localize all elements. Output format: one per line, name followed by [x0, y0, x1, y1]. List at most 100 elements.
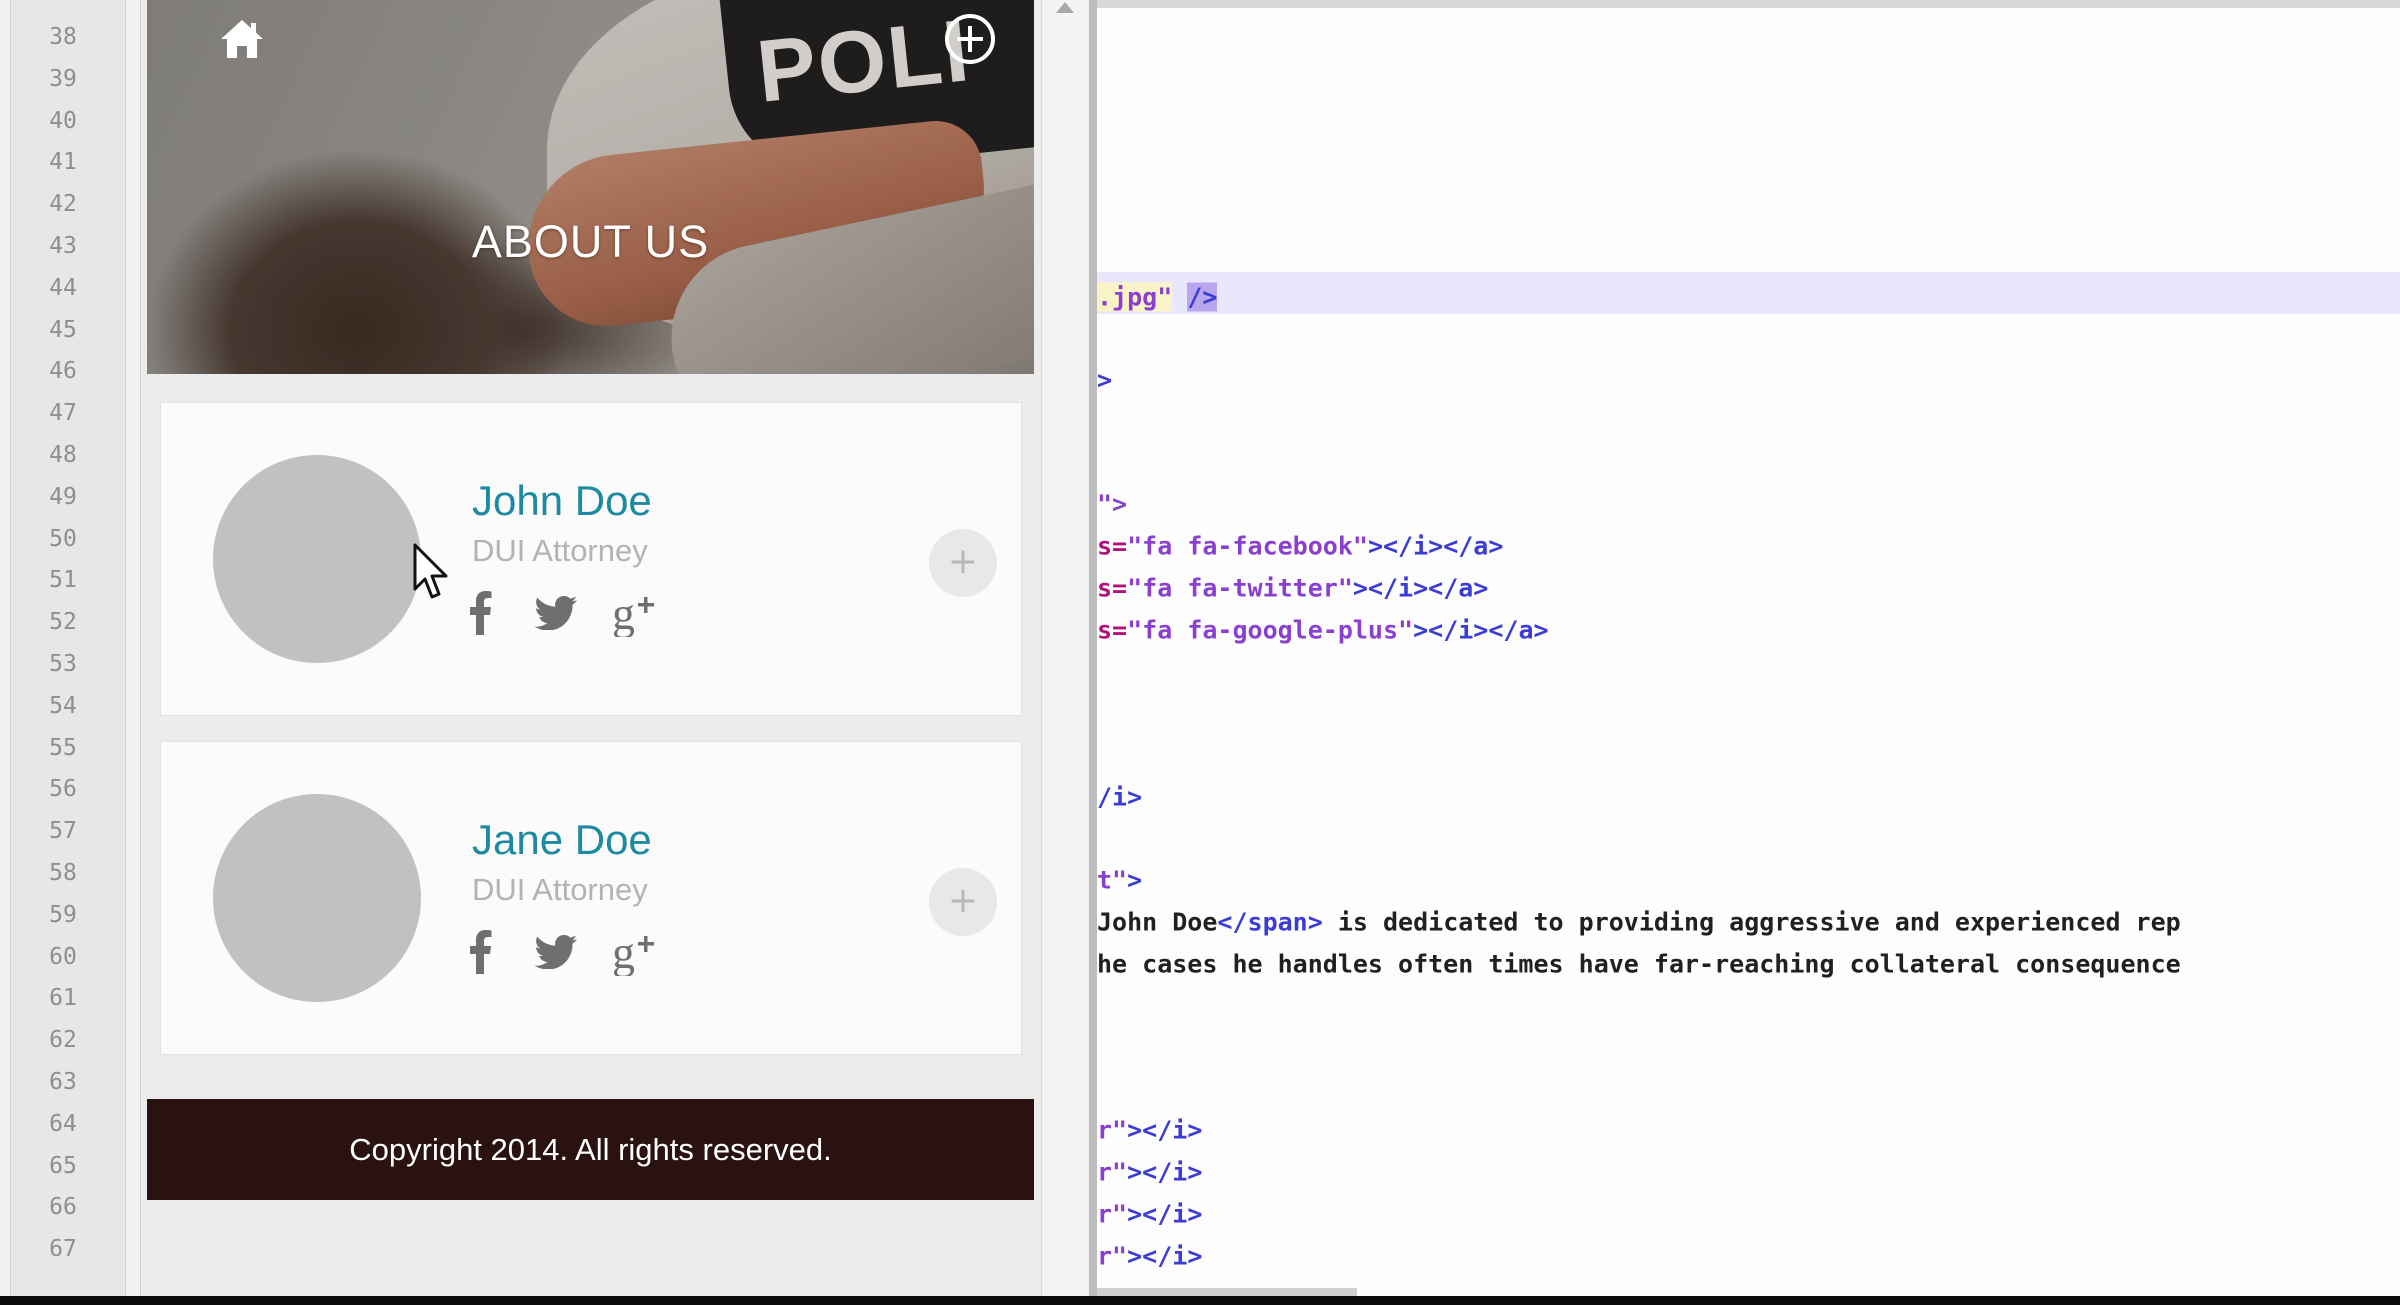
line-number: 41 [49, 149, 77, 176]
code-text: John Doe [1097, 907, 1218, 937]
hero-shade [147, 0, 1034, 374]
line-number: 38 [49, 24, 77, 50]
line-number: 52 [49, 609, 77, 636]
line-number: 46 [49, 358, 77, 385]
code-attr: s= [1097, 573, 1128, 603]
line-number: 49 [49, 483, 77, 510]
line-number: 59 [49, 901, 77, 928]
code-string: .jpg" [1097, 282, 1173, 312]
line-number: 43 [49, 233, 77, 259]
pane-divider[interactable] [1089, 0, 1097, 1296]
code-line-56: /i> [1097, 782, 1143, 812]
line-number: 61 [49, 985, 77, 1012]
code-attr: s= [1097, 615, 1128, 645]
line-number: 62 [49, 1027, 77, 1054]
line-number: 40 [49, 107, 77, 134]
code-text: is dedicated to providing aggressive and… [1322, 907, 2181, 937]
code-line-49: "> [1097, 489, 1128, 519]
code-line-59: John Doe</span> is dedicated to providin… [1097, 908, 2181, 937]
code-line-46: > [1097, 365, 1113, 395]
line-number: 63 [49, 1069, 77, 1095]
line-number: 67 [49, 1236, 77, 1263]
member-role: DUI Attorney [472, 533, 648, 568]
line-number: 44 [49, 274, 77, 301]
member-role: DUI Attorney [472, 872, 648, 907]
code-tag: > [1127, 865, 1143, 895]
code-tag: ></i> [1127, 1241, 1203, 1271]
code-tag: ></i> [1127, 1199, 1203, 1229]
preview-scrollbar[interactable] [1041, 0, 1091, 1296]
line-number: 57 [49, 818, 77, 845]
line-number: 47 [49, 400, 77, 427]
code-string: r" [1097, 1199, 1128, 1229]
hero-title: ABOUT US [471, 216, 710, 267]
facebook-icon[interactable] [467, 585, 495, 641]
code-line-66: r"></i> [1097, 1200, 1202, 1229]
code-string: "fa fa-twitter" [1127, 573, 1353, 603]
code-string: "fa fa-google-plus" [1127, 615, 1414, 645]
code-line-60: he cases he handles often times have far… [1097, 949, 2181, 979]
team-card: Jane Doe DUI Attorney g + [160, 741, 1022, 1055]
bottom-edge [0, 1296, 2400, 1305]
line-number-gutter: 38 39 40 41 42 43 44 45 46 47 48 49 50 51 52 53 54 55 56 57… [0, 0, 142, 1296]
line-number: 50 [49, 525, 77, 552]
code-string: r" [1097, 1157, 1128, 1187]
code-line-67: r"></i> [1097, 1242, 1202, 1271]
code-line-51: s="fa fa-twitter"></i></a> [1097, 574, 1488, 603]
code-line-50: s="fa fa-facebook"></i></a> [1097, 532, 1503, 561]
avatar [213, 455, 421, 663]
editor-horizontal-scrollbar[interactable] [1097, 1288, 1357, 1296]
line-number: 48 [49, 442, 77, 468]
code-line-58: t"> [1097, 866, 1142, 895]
line-number: 42 [49, 191, 77, 218]
code-string: r" [1097, 1115, 1128, 1145]
code-line-64: r"></i> [1097, 1116, 1202, 1145]
code-string: t" [1097, 865, 1128, 895]
google-plus-icon[interactable]: g [611, 585, 661, 641]
preview-pane: POLI ABOUT US John Doe DUI Attorney g + … [141, 0, 1041, 1296]
code-attr: s= [1097, 531, 1128, 561]
line-number: 64 [49, 1110, 77, 1137]
code-tag: ></i></a> [1413, 615, 1549, 645]
footer-copyright: Copyright 2014. All rights reserved. [147, 1099, 1034, 1200]
line-number: 45 [49, 316, 77, 343]
line-number: 60 [49, 943, 77, 970]
highlighted-line [1097, 272, 2400, 314]
line-number: 66 [49, 1194, 77, 1221]
code-string: "fa fa-facebook" [1127, 531, 1368, 561]
team-card: John Doe DUI Attorney g + [160, 402, 1022, 716]
hero-banner: POLI ABOUT US [147, 0, 1034, 374]
member-name[interactable]: Jane Doe [472, 816, 652, 864]
add-button[interactable]: + [929, 868, 997, 936]
code-tag: ></i></a> [1352, 573, 1489, 603]
code-line-52: s="fa fa-google-plus"></i></a> [1097, 616, 1549, 645]
facebook-icon[interactable] [467, 924, 495, 980]
google-plus-icon[interactable]: g [611, 924, 661, 980]
line-number: 39 [49, 65, 77, 92]
code-line-65: r"></i> [1097, 1158, 1202, 1187]
code-tag: ></i> [1127, 1157, 1203, 1187]
code-selection: /> [1187, 282, 1218, 312]
twitter-icon[interactable] [531, 924, 581, 980]
code-tag: ></i></a> [1367, 531, 1504, 561]
scroll-up-arrow-icon[interactable] [1056, 2, 1074, 13]
svg-text:g: g [612, 589, 635, 637]
code-string: r" [1097, 1241, 1128, 1271]
line-number: 58 [49, 860, 77, 886]
line-number: 53 [49, 651, 77, 677]
line-number: 51 [49, 567, 77, 594]
avatar [213, 794, 421, 1002]
add-button[interactable]: + [929, 529, 997, 597]
line-number: 55 [49, 734, 77, 761]
code-editor[interactable]: .jpg" /> > "> s="fa fa-facebook"></i></a… [1097, 0, 2400, 1296]
line-number: 54 [49, 692, 77, 719]
code-line-44: .jpg" /> [1097, 282, 1218, 312]
home-icon[interactable] [219, 18, 265, 60]
code-tag: ></i> [1127, 1115, 1203, 1145]
svg-text:g: g [612, 928, 635, 976]
twitter-icon[interactable] [531, 585, 581, 641]
member-name[interactable]: John Doe [472, 477, 652, 525]
line-number: 65 [49, 1152, 77, 1179]
plus-circle-icon[interactable] [943, 12, 997, 66]
line-number: 56 [49, 776, 77, 803]
